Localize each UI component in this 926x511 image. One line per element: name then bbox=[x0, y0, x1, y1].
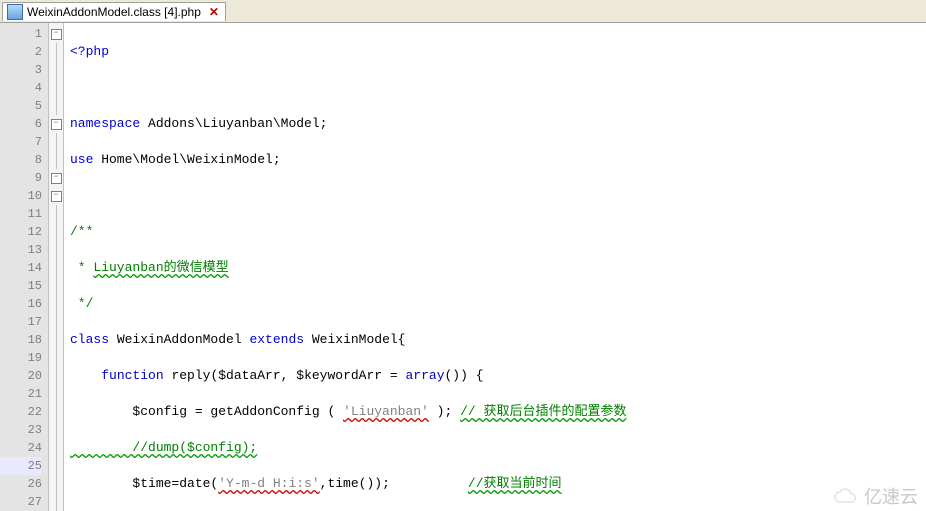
line-number: 15 bbox=[0, 277, 42, 295]
line-number: 14 bbox=[0, 259, 42, 277]
tab-filename: WeixinAddonModel.class [4].php bbox=[27, 5, 201, 19]
file-tab[interactable]: WeixinAddonModel.class [4].php ✕ bbox=[2, 2, 226, 21]
code-line: $config = getAddonConfig ( 'Liuyanban' )… bbox=[70, 403, 926, 421]
code-line: */ bbox=[70, 295, 926, 313]
line-number: 13 bbox=[0, 241, 42, 259]
tab-bar: WeixinAddonModel.class [4].php ✕ bbox=[0, 0, 926, 23]
line-number: 23 bbox=[0, 421, 42, 439]
line-number: 11 bbox=[0, 205, 42, 223]
line-number: 4 bbox=[0, 79, 42, 97]
line-number: 1 bbox=[0, 25, 42, 43]
fold-gutter: − − − − bbox=[49, 23, 64, 511]
code-line: namespace Addons\Liuyanban\Model; bbox=[70, 115, 926, 133]
line-number: 6 bbox=[0, 115, 42, 133]
code-line bbox=[70, 79, 926, 97]
fold-toggle[interactable]: − bbox=[51, 173, 62, 184]
line-number: 3 bbox=[0, 61, 42, 79]
line-number: 16 bbox=[0, 295, 42, 313]
line-number: 20 bbox=[0, 367, 42, 385]
line-number: 9 bbox=[0, 169, 42, 187]
file-icon bbox=[7, 4, 23, 20]
line-number: 26 bbox=[0, 475, 42, 493]
close-icon[interactable]: ✕ bbox=[209, 5, 219, 19]
line-number: 22 bbox=[0, 403, 42, 421]
code-line bbox=[70, 187, 926, 205]
line-number: 12 bbox=[0, 223, 42, 241]
line-number: 2 bbox=[0, 43, 42, 61]
line-number: 5 bbox=[0, 97, 42, 115]
code-line: class WeixinAddonModel extends WeixinMod… bbox=[70, 331, 926, 349]
fold-toggle[interactable]: − bbox=[51, 119, 62, 130]
code-line: $time=date('Y-m-d H:i:s',time()); //获取当前… bbox=[70, 475, 926, 493]
line-number: 10 bbox=[0, 187, 42, 205]
code-line: use Home\Model\WeixinModel; bbox=[70, 151, 926, 169]
line-number: 7 bbox=[0, 133, 42, 151]
fold-toggle[interactable]: − bbox=[51, 191, 62, 202]
line-number: 8 bbox=[0, 151, 42, 169]
code-line: //dump($config); bbox=[70, 439, 926, 457]
line-number: 17 bbox=[0, 313, 42, 331]
line-number: 27 bbox=[0, 493, 42, 511]
line-number: 21 bbox=[0, 385, 42, 403]
editor-area: 1 2 3 4 5 6 7 8 9 10 11 12 13 14 15 16 1… bbox=[0, 23, 926, 511]
line-number: 18 bbox=[0, 331, 42, 349]
fold-toggle[interactable]: − bbox=[51, 29, 62, 40]
line-number: 25 bbox=[0, 457, 42, 475]
code-line: /** bbox=[70, 223, 926, 241]
code-line: <?php bbox=[70, 43, 926, 61]
code-area[interactable]: <?php namespace Addons\Liuyanban\Model; … bbox=[64, 23, 926, 511]
code-line: function reply($dataArr, $keywordArr = a… bbox=[70, 367, 926, 385]
line-number: 24 bbox=[0, 439, 42, 457]
code-line: * Liuyanban的微信模型 bbox=[70, 259, 926, 277]
line-number: 19 bbox=[0, 349, 42, 367]
line-number-gutter: 1 2 3 4 5 6 7 8 9 10 11 12 13 14 15 16 1… bbox=[0, 23, 49, 511]
